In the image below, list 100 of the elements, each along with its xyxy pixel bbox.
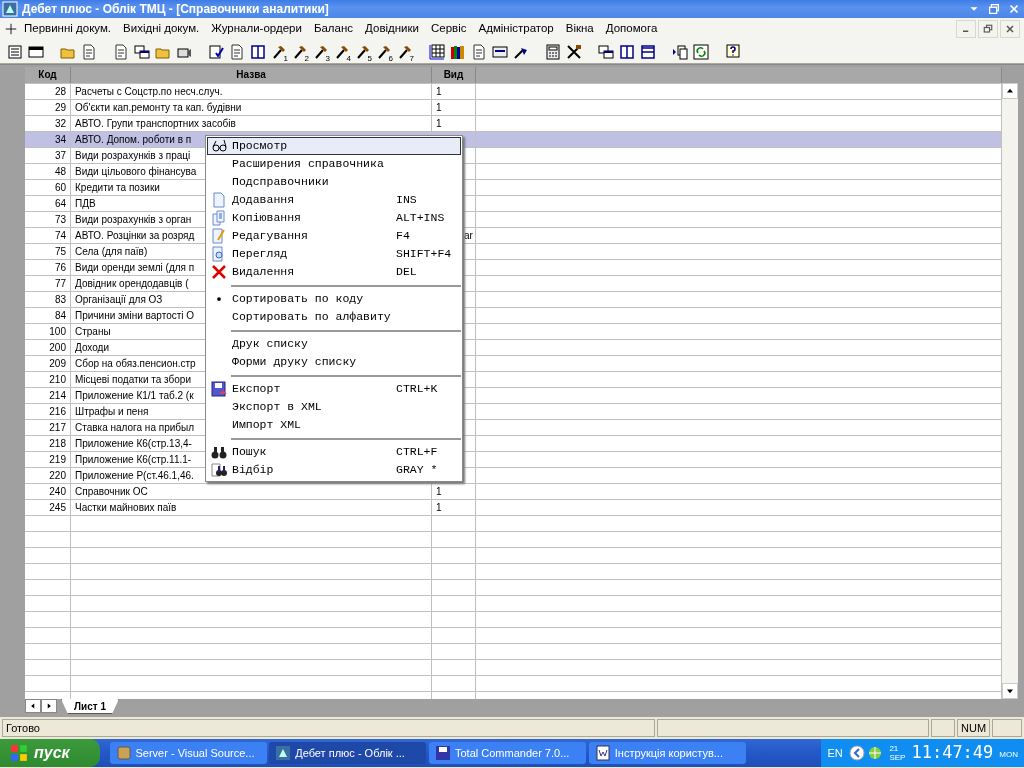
restore-icon[interactable]	[982, 23, 994, 35]
hammer-number: 5	[367, 54, 372, 63]
toolbar-button[interactable]	[671, 42, 689, 61]
help-icon	[725, 43, 741, 60]
table-row[interactable]: 245 Частки майнових паїв 1	[25, 500, 1002, 516]
table-cell: Расчеты с Соцстр.по несч.случ.	[75, 86, 223, 97]
table-cell: Штрафы и пеня	[75, 406, 149, 417]
menu-item[interactable]: Адміністратор	[472, 18, 560, 40]
weekday: MON	[999, 749, 1018, 761]
table-cell: 75	[54, 246, 66, 257]
menu-item[interactable]: Первинні докум.	[18, 18, 118, 40]
columns-icon	[619, 43, 635, 60]
document-icon	[113, 43, 129, 60]
table-cell: Ставка налога на прибыл	[75, 422, 195, 433]
toolbar-button[interactable]	[428, 42, 446, 61]
table-cell: Доходи	[75, 342, 109, 353]
windows-flag-icon	[10, 744, 28, 762]
menu-item[interactable]: Допомога	[599, 18, 664, 40]
menu-item[interactable]: Сервіс	[425, 18, 473, 40]
table-cell: АВТО. Розцінки за розряд	[75, 230, 195, 241]
toolbar-button[interactable]	[133, 42, 151, 61]
table-cell: 29	[54, 102, 66, 113]
binoculars-icon	[211, 444, 227, 460]
table-cell: 1	[436, 86, 442, 97]
hammer-icon	[376, 43, 392, 60]
toolbar-button[interactable]: 1	[270, 42, 288, 61]
toolbar-button[interactable]: 4	[333, 42, 351, 61]
toolbar-button[interactable]	[724, 42, 742, 61]
filter-icon	[211, 462, 227, 478]
toolbar-button[interactable]	[249, 42, 267, 61]
delete-icon	[211, 264, 227, 280]
sheet-tab[interactable]: Лист 1	[61, 699, 119, 714]
toolbar-button[interactable]: 3	[312, 42, 330, 61]
table-cell: 83	[54, 294, 66, 305]
close-icon[interactable]	[1007, 2, 1021, 16]
toolbar-button[interactable]	[565, 42, 583, 61]
document-icon	[471, 43, 487, 60]
menu-item[interactable]: Баланс	[307, 18, 360, 40]
table-cell: 216	[49, 406, 66, 417]
table-cell: Види цільового фінансува	[75, 166, 197, 177]
toolbar-button[interactable]: 6	[375, 42, 393, 61]
table-cell: 217	[49, 422, 66, 433]
menu-item[interactable]: Вікна	[559, 18, 600, 40]
grip-icon	[4, 22, 18, 36]
taskbar-button[interactable]: Total Commander 7.0...	[429, 742, 586, 764]
toolbar-button[interactable]: 5	[354, 42, 372, 61]
taskbar-button[interactable]: Інструкція користув...	[588, 742, 746, 764]
menu-item[interactable]: Журнали-ордери	[205, 18, 308, 40]
table-cell: 48	[54, 166, 66, 177]
table-row[interactable]: 28 Расчеты с Соцстр.по несч.случ. 1	[25, 84, 1002, 100]
table-cell: Кредити та позики	[75, 182, 160, 193]
toolbar-button[interactable]: 7	[396, 42, 414, 61]
table-cell: ПДВ	[75, 198, 96, 209]
checklist-icon	[208, 43, 224, 60]
toolbar-button[interactable]	[207, 42, 225, 61]
hammer-icon	[355, 43, 371, 60]
toolbar-button[interactable]	[597, 42, 615, 61]
glasses-icon	[211, 138, 227, 154]
table-row[interactable]: 29 Об'єкти кап.ремонту та кап. будівни 1	[25, 100, 1002, 116]
floppy-icon	[435, 745, 451, 761]
table-cell: 84	[54, 310, 66, 321]
status-text: Готово	[2, 719, 655, 737]
edit-icon	[211, 228, 227, 244]
taskbar-button[interactable]: Дебет плюс - Облік ...	[269, 742, 427, 764]
column-header[interactable]: Вид	[432, 67, 476, 83]
hammer-icon	[271, 43, 287, 60]
toolbar-button[interactable]	[544, 42, 562, 61]
table-cell: 214	[49, 390, 66, 401]
hammer-number: 6	[388, 54, 393, 63]
toolbar-button[interactable]	[639, 42, 657, 61]
tools-icon	[566, 43, 582, 60]
network-icon	[867, 745, 884, 761]
table-cell: 1	[436, 486, 442, 497]
column-header[interactable]: Назва	[71, 67, 432, 83]
status-panel	[992, 719, 1022, 737]
table-row[interactable]: 240 Справочник ОС 1	[25, 484, 1002, 500]
table-cell: 34	[54, 134, 66, 145]
menu-item[interactable]: Вихідні докум.	[117, 18, 206, 40]
table-cell: Приложение К6(стр.13,4-	[75, 438, 192, 449]
date-month: SEP	[889, 753, 906, 762]
num-lock-indicator: NUM	[957, 719, 991, 737]
menu-item[interactable]: Довідники	[359, 18, 425, 40]
toolbar-button[interactable]	[618, 42, 636, 61]
hammer-icon	[397, 43, 413, 60]
menu-item[interactable]: Просмотр	[207, 137, 461, 155]
calculator-icon	[545, 43, 561, 60]
column-header[interactable]: Код	[25, 67, 71, 83]
table-cell: Справочник ОС	[75, 486, 148, 497]
table-cell: Приложение Р(ст.46.1,46.	[75, 470, 194, 481]
list-icon	[7, 43, 23, 60]
taskbar-button[interactable]: Server - Visual Source...	[109, 742, 267, 764]
close-icon[interactable]	[1004, 23, 1016, 35]
hammer-icon	[313, 43, 329, 60]
restore-icon[interactable]	[987, 2, 1001, 16]
table-cell: 218	[49, 438, 66, 449]
start-button[interactable]: пуск	[0, 739, 100, 767]
date-day: 21	[889, 744, 906, 753]
table-cell: 1	[436, 502, 442, 513]
table-cell: Приложение К1/1 таб.2 (к	[75, 390, 194, 401]
toolbar-button[interactable]: 2	[291, 42, 309, 61]
